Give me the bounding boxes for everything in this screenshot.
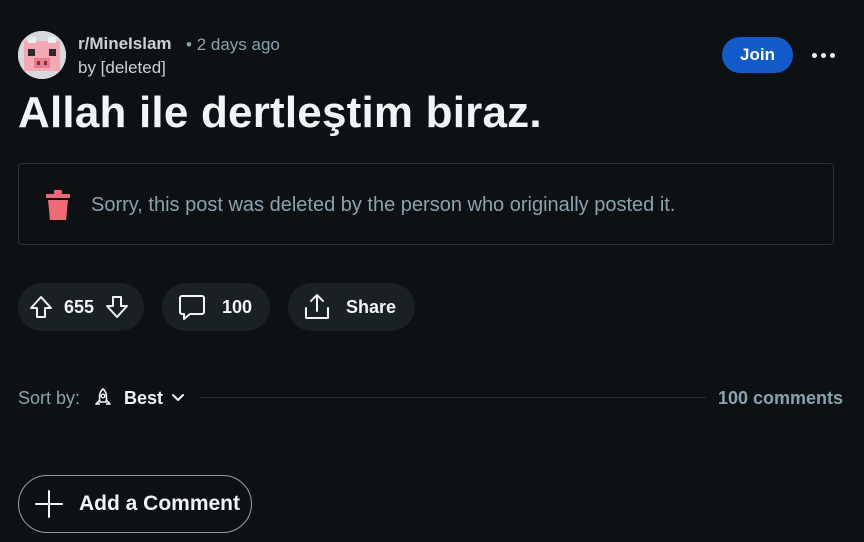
chevron-down-icon (172, 394, 185, 401)
more-options-button[interactable] (806, 37, 840, 73)
plus-icon (35, 490, 63, 518)
comment-icon (179, 295, 205, 320)
downvote-icon (106, 296, 129, 318)
sort-label: Sort by: (18, 388, 81, 408)
share-icon (305, 294, 329, 319)
comment-count: 100 (222, 296, 253, 317)
upvote-button[interactable] (18, 295, 64, 319)
meta-separator: • (186, 35, 192, 54)
vote-count: 655 (64, 296, 95, 317)
post-timestamp: 2 days ago (196, 35, 280, 54)
share-label: Share (346, 296, 397, 317)
upvote-icon (30, 296, 52, 318)
subreddit-avatar[interactable] (18, 31, 66, 79)
vote-bar: 655 (18, 283, 144, 331)
deleted-notice-text: Sorry, this post was deleted by the pers… (91, 194, 676, 216)
pig-avatar-icon (18, 31, 66, 79)
sort-divider (200, 397, 706, 398)
trash-icon (46, 190, 70, 220)
downvote-button[interactable] (94, 295, 140, 319)
total-comments: 100 comments (718, 388, 844, 408)
subreddit-name[interactable]: r/MineIslam (78, 34, 172, 54)
sort-value: Best (124, 387, 164, 408)
more-horizontal-icon (811, 52, 817, 58)
join-button[interactable]: Join (722, 37, 793, 73)
sort-dropdown[interactable]: Best (94, 384, 185, 412)
comments-button[interactable]: 100 (162, 283, 270, 331)
add-comment-label: Add a Comment (79, 492, 241, 515)
post-title: Allah ile dertleştim biraz. (18, 88, 542, 137)
post-author[interactable]: by [deleted] (78, 58, 166, 78)
add-comment-button[interactable]: Add a Comment (18, 475, 252, 533)
share-button[interactable]: Share (288, 283, 415, 331)
rocket-icon (95, 388, 111, 405)
post-time: • 2 days ago (186, 35, 280, 55)
